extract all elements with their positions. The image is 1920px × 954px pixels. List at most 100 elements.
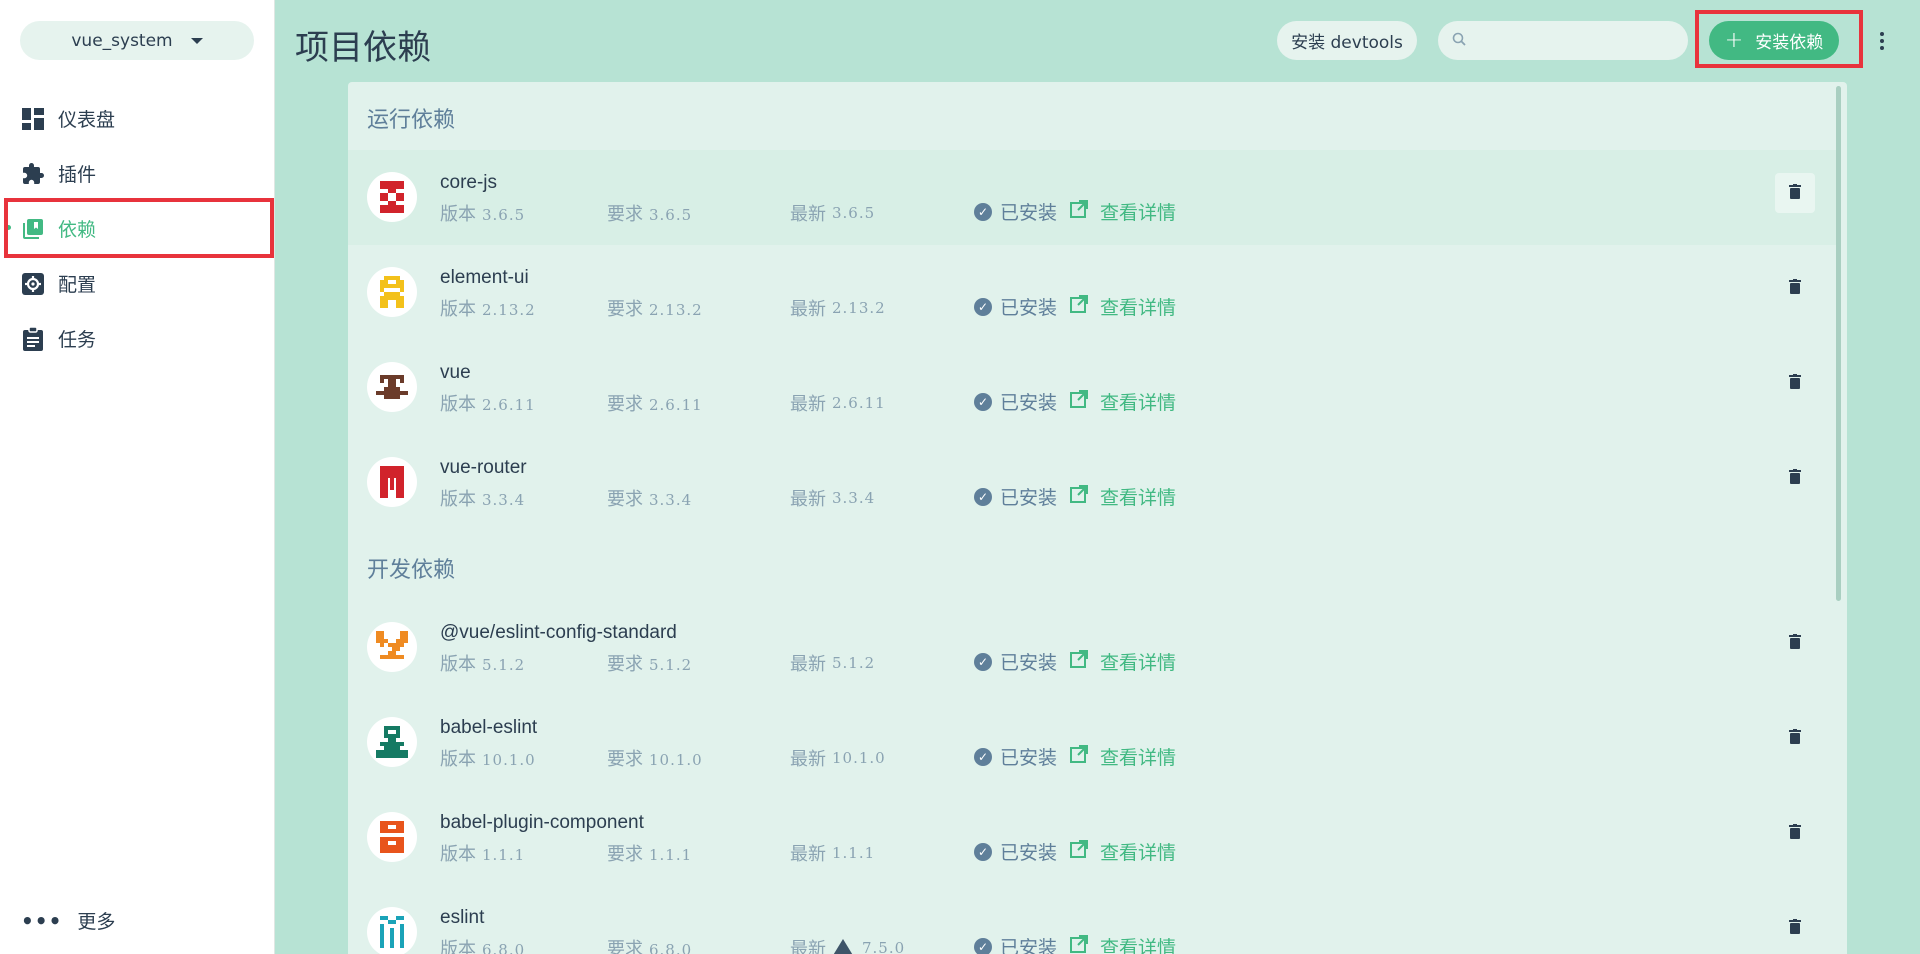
check-circle-icon: ✓ (974, 202, 992, 221)
view-details-link[interactable]: 查看详情 (1070, 933, 1176, 954)
external-link-icon (1070, 390, 1088, 413)
dependency-row[interactable]: babel-plugin-component 版本 1.1.1 要求 1.1.1 最… (348, 790, 1836, 885)
sidebar-item-dependencies[interactable]: 依赖 (0, 201, 275, 256)
dependency-required: 要求 5.1.2 (607, 654, 693, 675)
scrollbar[interactable] (1836, 86, 1841, 601)
check-circle-icon: ✓ (974, 487, 992, 506)
trash-icon (1789, 918, 1801, 938)
babel-eslint-avatar-icon (367, 717, 417, 767)
sidebar-item-label: 任务 (58, 329, 97, 351)
delete-button[interactable] (1775, 173, 1815, 213)
view-details-link[interactable]: 查看详情 (1070, 838, 1176, 865)
sidebar-item-tasks[interactable]: 任务 (0, 311, 275, 366)
library-icon (21, 217, 45, 241)
view-details-link[interactable]: 查看详情 (1070, 198, 1176, 225)
runtime-section-title: 运行依赖 (367, 108, 456, 133)
clipboard-icon (21, 326, 45, 351)
dependency-row[interactable]: core-js 版本 3.6.5 要求 3.6.5 最新 3.6.5 ✓ 已安装 查看详… (348, 150, 1836, 245)
element-ui-avatar-icon (367, 267, 417, 317)
dependency-latest: 最新 2.6.11 (790, 394, 886, 415)
dependency-row[interactable]: @vue/eslint-config-standard 版本 5.1.2 要求 5.… (348, 600, 1836, 695)
view-details-link[interactable]: 查看详情 (1070, 293, 1176, 320)
search-box[interactable] (1438, 21, 1688, 60)
dependency-version: 版本 10.1.0 (440, 749, 536, 770)
check-circle-icon: ✓ (974, 297, 992, 316)
external-link-icon (1070, 200, 1088, 223)
dependency-row[interactable]: vue 版本 2.6.11 要求 2.6.11 最新 2.6.11 ✓ 已安装 查看详情 (348, 340, 1836, 435)
check-circle-icon: ✓ (974, 747, 992, 766)
page-title: 项目依赖 (295, 28, 431, 68)
dependency-required: 要求 3.6.5 (607, 204, 693, 225)
view-details-link[interactable]: 查看详情 (1070, 388, 1176, 415)
check-circle-icon: ✓ (974, 652, 992, 671)
dependency-name: eslint (440, 907, 485, 928)
dependency-row[interactable]: vue-router 版本 3.3.4 要求 3.3.4 最新 3.3.4 ✓ 已安装 … (348, 435, 1836, 530)
dependency-version: 版本 2.6.11 (440, 394, 536, 415)
dependency-row[interactable]: element-ui 版本 2.13.2 要求 2.13.2 最新 2.13.2 ✓ 已… (348, 245, 1836, 340)
dependencies-panel: 运行依赖 core-js 版本 3.6.5 要求 3.6.5 最新 3.6.5 ✓ 已安… (348, 82, 1847, 954)
dependency-required: 要求 3.3.4 (607, 489, 693, 510)
dependency-version: 版本 3.6.5 (440, 204, 526, 225)
dependency-required: 要求 2.6.11 (607, 394, 703, 415)
external-link-icon (1070, 295, 1088, 318)
dependency-latest: 最新 3.6.5 (790, 204, 876, 225)
install-devtools-button[interactable]: 安装 devtools (1277, 21, 1417, 60)
installed-status: ✓ 已安装 (974, 483, 1057, 510)
view-details-link[interactable]: 查看详情 (1070, 648, 1176, 675)
dependency-version: 版本 3.3.4 (440, 489, 526, 510)
dependency-name: vue-router (440, 457, 527, 478)
installed-status: ✓ 已安装 (974, 933, 1057, 954)
dependency-version: 版本 5.1.2 (440, 654, 526, 675)
external-link-icon (1070, 485, 1088, 508)
dependency-latest: 最新 2.13.2 (790, 299, 886, 320)
sidebar: vue_system 仪表盘 插件 依赖 配置 任务 ••• 更多 (0, 0, 275, 954)
sidebar-item-label: 依赖 (58, 219, 97, 241)
delete-button[interactable] (1775, 718, 1815, 758)
sidebar-item-config[interactable]: 配置 (0, 256, 275, 311)
external-link-icon (1070, 650, 1088, 673)
trash-icon (1789, 728, 1801, 748)
dependency-row[interactable]: eslint 版本 6.8.0 要求 6.8.0 最新 7.5.0 ✓ 已安装 查看详情 (348, 885, 1836, 954)
install-dependency-button[interactable]: + 安装依赖 (1709, 21, 1839, 60)
delete-button[interactable] (1775, 623, 1815, 663)
trash-icon (1789, 468, 1801, 488)
dependency-latest: 最新 3.3.4 (790, 489, 876, 510)
vue-router-avatar-icon (367, 457, 417, 507)
check-circle-icon: ✓ (974, 937, 992, 954)
more-label: 更多 (77, 911, 116, 933)
view-details-link[interactable]: 查看详情 (1070, 483, 1176, 510)
dependency-required: 要求 10.1.0 (607, 749, 703, 770)
dependency-required: 要求 6.8.0 (607, 939, 693, 954)
dependency-row[interactable]: babel-eslint 版本 10.1.0 要求 10.1.0 最新 10.1.0 … (348, 695, 1836, 790)
sidebar-item-label: 插件 (58, 164, 97, 186)
plus-icon: + (1724, 28, 1744, 53)
view-details-link[interactable]: 查看详情 (1070, 743, 1176, 770)
external-link-icon (1070, 840, 1088, 863)
trash-icon (1789, 633, 1801, 653)
more-button[interactable]: ••• 更多 (21, 907, 115, 934)
search-input[interactable] (1474, 31, 1674, 50)
delete-button[interactable] (1775, 268, 1815, 308)
dependency-name: babel-plugin-component (440, 812, 644, 833)
dependency-name: element-ui (440, 267, 529, 288)
dependency-version: 版本 1.1.1 (440, 844, 526, 865)
corejs-avatar-icon (367, 172, 417, 222)
trash-icon (1789, 373, 1801, 393)
delete-button[interactable] (1775, 908, 1815, 948)
dependency-required: 要求 1.1.1 (607, 844, 693, 865)
dependency-name: @vue/eslint-config-standard (440, 622, 677, 643)
sidebar-item-dashboard[interactable]: 仪表盘 (0, 91, 275, 146)
dependency-name: babel-eslint (440, 717, 538, 738)
project-selector[interactable]: vue_system (20, 21, 254, 60)
dev-section-title: 开发依赖 (367, 558, 456, 583)
dependency-name: vue (440, 362, 471, 383)
gear-icon (21, 272, 45, 296)
delete-button[interactable] (1775, 363, 1815, 403)
sidebar-item-plugins[interactable]: 插件 (0, 146, 275, 201)
trash-icon (1789, 183, 1801, 203)
dependency-version: 版本 2.13.2 (440, 299, 536, 320)
delete-button[interactable] (1775, 458, 1815, 498)
more-options-icon[interactable] (1872, 28, 1892, 54)
delete-button[interactable] (1775, 813, 1815, 853)
eslint-config-avatar-icon (367, 622, 417, 672)
